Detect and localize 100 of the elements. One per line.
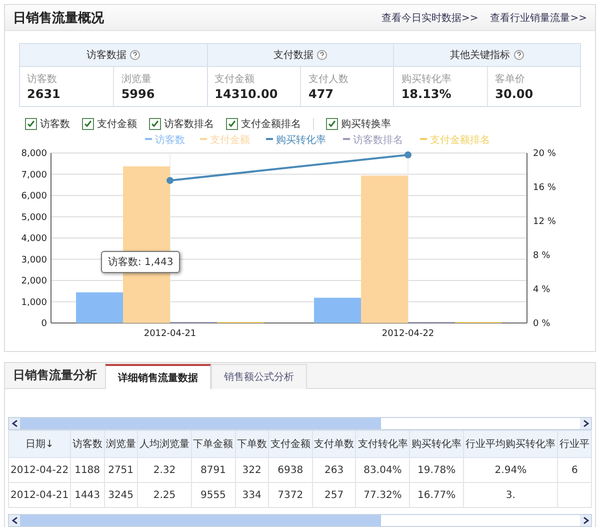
table-cell: 16.77% <box>410 482 464 508</box>
legend-label: 访客数 <box>155 134 185 146</box>
check-icon <box>328 120 336 128</box>
group-title: 其他关键指标 <box>450 48 510 62</box>
axis-label: 6,000 <box>21 192 47 202</box>
check-icon <box>228 120 236 128</box>
metric-label: 访客数 <box>27 72 58 86</box>
metric-value: 2631 <box>27 87 62 101</box>
series-toggle[interactable]: 访客数 <box>25 117 70 131</box>
column-header[interactable]: 购买转化率 <box>410 430 464 458</box>
table-cell: 263 <box>312 458 356 482</box>
column-header[interactable]: 日期↓ <box>8 430 71 458</box>
series-toggle[interactable]: 访客数排名 <box>149 117 214 131</box>
check-icon <box>151 120 159 128</box>
legend-item[interactable]: 购买转化率 <box>266 135 326 146</box>
column-header[interactable]: 行业平均购买转化率 <box>463 430 558 458</box>
checkbox[interactable] <box>149 118 161 130</box>
check-icon <box>84 120 92 128</box>
column-header[interactable]: 支付单数 <box>312 430 356 458</box>
tab[interactable]: 详细销售流量数据 <box>105 364 211 389</box>
help-icon[interactable] <box>317 50 328 60</box>
axis-label: 4,000 <box>21 234 47 244</box>
table-cell: 257 <box>312 482 356 508</box>
table-cell: 1443 <box>70 482 104 508</box>
metric-value: 5996 <box>121 87 156 101</box>
legend-label: 访客数排名 <box>353 134 403 146</box>
header-link[interactable]: 查看今日实时数据>> <box>381 10 478 24</box>
metric-label: 支付金额 <box>214 72 256 86</box>
series-toggle[interactable]: 购买转换率 <box>326 117 391 131</box>
axis-label: 7,000 <box>21 170 47 180</box>
tab[interactable]: 销售额公式分析 <box>211 364 307 389</box>
axis-label: 2012-04-22 <box>382 329 434 339</box>
header-link[interactable]: 查看行业销量流量>> <box>490 10 587 24</box>
axis-label: 5,000 <box>21 212 47 223</box>
table-cell: 2.25 <box>138 482 192 508</box>
axis-label: 8,000 <box>21 149 47 159</box>
table-cell: 2012-04-22 <box>8 458 71 482</box>
help-icon[interactable] <box>514 50 524 60</box>
table-cell: 9555 <box>191 482 236 508</box>
table-cell: 3. <box>463 482 558 508</box>
horizontal-scrollbar[interactable] <box>8 417 592 430</box>
checkbox[interactable] <box>226 118 238 130</box>
table-cell: 77.32% <box>356 482 410 508</box>
checkbox[interactable] <box>82 118 94 130</box>
axis-label: 3,000 <box>21 255 47 266</box>
metric-value: 477 <box>308 87 335 101</box>
data-point <box>404 151 412 158</box>
table-cell: 19.78% <box>410 458 464 482</box>
metric-label: 浏览量 <box>121 72 152 86</box>
axis-label: 16 % <box>533 183 556 193</box>
table-cell: 1188 <box>70 458 104 482</box>
column-header[interactable]: 支付转化率 <box>356 430 410 458</box>
checkbox[interactable] <box>25 118 37 130</box>
table-cell: 334 <box>235 482 269 508</box>
column-header[interactable]: 访客数 <box>70 430 104 458</box>
checkbox[interactable] <box>326 118 338 130</box>
table-cell: 8791 <box>191 458 236 482</box>
metric-value: 30.00 <box>495 87 534 101</box>
check-icon <box>27 120 35 128</box>
table-cell: 6 <box>558 458 592 482</box>
panel-title: 日销售流量分析 <box>12 367 98 384</box>
column-header[interactable]: 行业平 <box>558 430 592 458</box>
group-title: 访客数据 <box>86 48 126 62</box>
legend-label: 支付金额 <box>210 134 250 146</box>
metric-label: 客单价 <box>495 72 526 86</box>
table-cell: 7372 <box>268 482 312 508</box>
horizontal-scrollbar[interactable] <box>8 514 592 527</box>
series-toggle[interactable]: 支付金额 <box>82 117 137 131</box>
column-header[interactable]: 支付金额 <box>268 430 312 458</box>
axis-label: 0 <box>41 319 47 329</box>
column-header[interactable]: 人均浏览量 <box>138 430 192 458</box>
metric-value: 14310.00 <box>214 87 279 101</box>
data-point <box>166 176 174 184</box>
axis-label: 12 % <box>533 217 556 227</box>
group-title: 支付数据 <box>273 48 314 62</box>
axis-label: 8 % <box>533 251 550 261</box>
metric-label: 购买转化率 <box>401 72 452 86</box>
table-cell: 6938 <box>268 458 312 482</box>
axis-label: 1,000 <box>21 298 47 308</box>
axis-label: 20 % <box>533 149 556 159</box>
column-header[interactable]: 下单数 <box>235 430 269 458</box>
metric-value: 18.13% <box>401 87 452 101</box>
help-icon[interactable] <box>130 50 140 60</box>
table-cell: 2751 <box>104 458 138 482</box>
column-header[interactable]: 浏览量 <box>104 430 138 458</box>
table-cell: 322 <box>235 458 269 482</box>
axis-label: 0 % <box>533 319 550 329</box>
panel-title: 日销售流量概况 <box>13 10 104 26</box>
axis-label: 4 % <box>533 285 550 295</box>
series-toggle[interactable]: 支付金额排名 <box>226 117 301 131</box>
column-header[interactable]: 下单金额 <box>191 430 236 458</box>
table-cell: 3245 <box>104 482 138 508</box>
table-cell: 83.04% <box>356 458 410 482</box>
metric-label: 支付人数 <box>308 72 350 86</box>
axis-label: 2012-04-21 <box>144 329 196 339</box>
legend-label: 支付金额排名 <box>430 134 490 146</box>
chart-tooltip: 访客数: 1,443 <box>101 251 180 273</box>
table-cell: 2012-04-21 <box>8 482 71 508</box>
table-cell: 2.32 <box>138 458 192 482</box>
table-cell: 2.94% <box>463 458 558 482</box>
